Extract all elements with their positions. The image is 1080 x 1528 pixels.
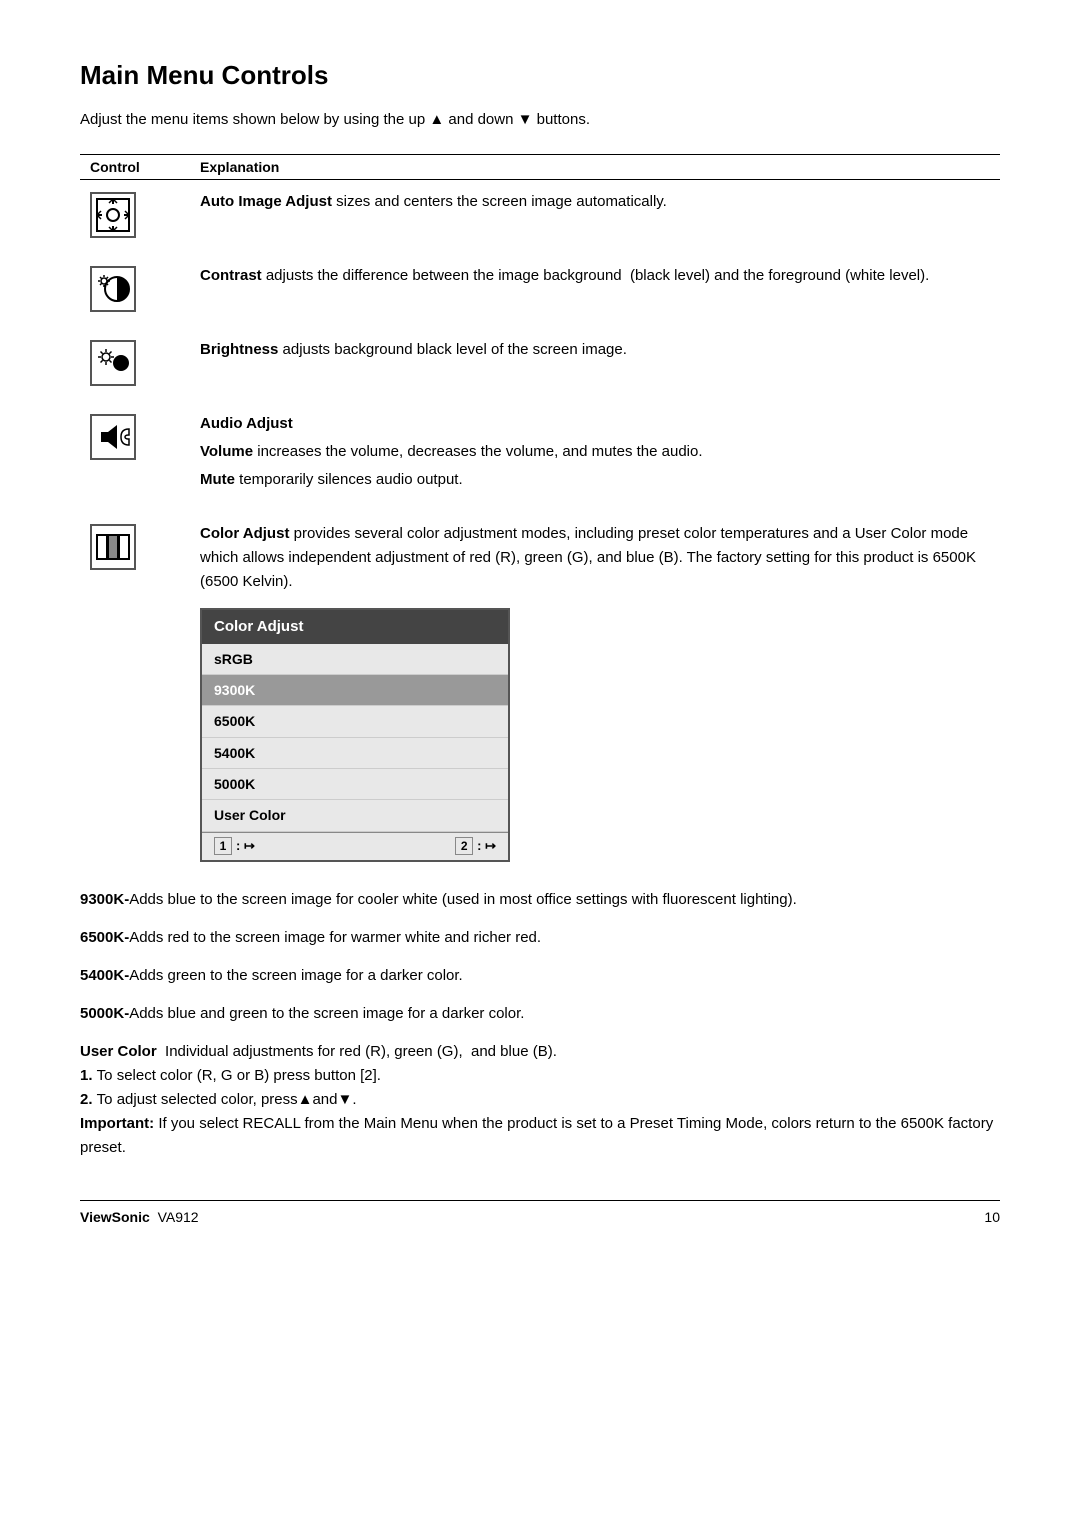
footer-icon-enter-right: : ↦ — [477, 836, 496, 857]
color-adjust-item-srgb[interactable]: sRGB — [202, 644, 508, 675]
icon-cell-brightness — [80, 338, 200, 386]
footer-model: VA912 — [158, 1209, 199, 1225]
color-adjust-item-5000k[interactable]: 5000K — [202, 769, 508, 800]
table-row: Auto Image Adjust sizes and centers the … — [80, 190, 1000, 246]
footer-num-1: 1 — [214, 837, 232, 855]
table-row: Contrast adjusts the difference between … — [80, 264, 1000, 320]
header-control: Control — [80, 159, 200, 175]
icon-cell-audio — [80, 412, 200, 460]
table-row: Brightness adjusts background black leve… — [80, 338, 1000, 394]
color-adjust-item-9300k[interactable]: 9300K — [202, 675, 508, 706]
contrast-icon — [90, 266, 136, 312]
icon-cell-color-adjust — [80, 522, 200, 570]
audio-adjust-icon — [90, 414, 136, 460]
icon-cell-contrast — [80, 264, 200, 312]
color-adjust-icon — [90, 524, 136, 570]
footer-bar: ViewSonic VA912 10 — [80, 1200, 1000, 1225]
table-row: Color Adjust provides several color adju… — [80, 522, 1000, 870]
color-adjust-menu-title: Color Adjust — [202, 610, 508, 644]
user-color-section: User Color Individual adjustments for re… — [80, 1040, 1000, 1160]
color-adjust-menu: Color Adjust sRGB 9300K 6500K 5400K 5000… — [200, 608, 510, 862]
footer-icon-enter-left: : ↦ — [236, 836, 255, 857]
header-explanation: Explanation — [200, 159, 279, 175]
para-5000k: 5000K-Adds blue and green to the screen … — [80, 1002, 1000, 1026]
color-adjust-footer: 1 : ↦ 2 : ↦ — [202, 832, 508, 860]
explanation-audio: Audio Adjust Volume increases the volume… — [200, 412, 1000, 496]
footer-page-number: 10 — [984, 1209, 1000, 1225]
color-adjust-item-5400k[interactable]: 5400K — [202, 738, 508, 769]
footer-num-2: 2 — [455, 837, 473, 855]
para-5400k: 5400K-Adds green to the screen image for… — [80, 964, 1000, 988]
brightness-icon — [90, 340, 136, 386]
intro-text: Adjust the menu items shown below by usi… — [80, 109, 1000, 132]
color-adjust-item-user-color[interactable]: User Color — [202, 800, 508, 831]
footer-brand-model: ViewSonic VA912 — [80, 1209, 199, 1225]
explanation-color-adjust: Color Adjust provides several color adju… — [200, 522, 1000, 862]
auto-image-adjust-icon — [90, 192, 136, 238]
footer-brand: ViewSonic — [80, 1209, 150, 1225]
color-adjust-item-6500k[interactable]: 6500K — [202, 706, 508, 737]
table-row: Audio Adjust Volume increases the volume… — [80, 412, 1000, 504]
para-6500k: 6500K-Adds red to the screen image for w… — [80, 926, 1000, 950]
icon-cell-auto-image — [80, 190, 200, 238]
footer-section-left: 1 : ↦ — [214, 836, 255, 857]
explanation-auto-image: Auto Image Adjust sizes and centers the … — [200, 190, 1000, 218]
explanation-brightness: Brightness adjusts background black leve… — [200, 338, 1000, 366]
page-title: Main Menu Controls — [80, 60, 1000, 91]
para-9300k: 9300K-Adds blue to the screen image for … — [80, 888, 1000, 912]
footer-section-right: 2 : ↦ — [455, 836, 496, 857]
explanation-contrast: Contrast adjusts the difference between … — [200, 264, 1000, 292]
table-header: Control Explanation — [80, 154, 1000, 180]
